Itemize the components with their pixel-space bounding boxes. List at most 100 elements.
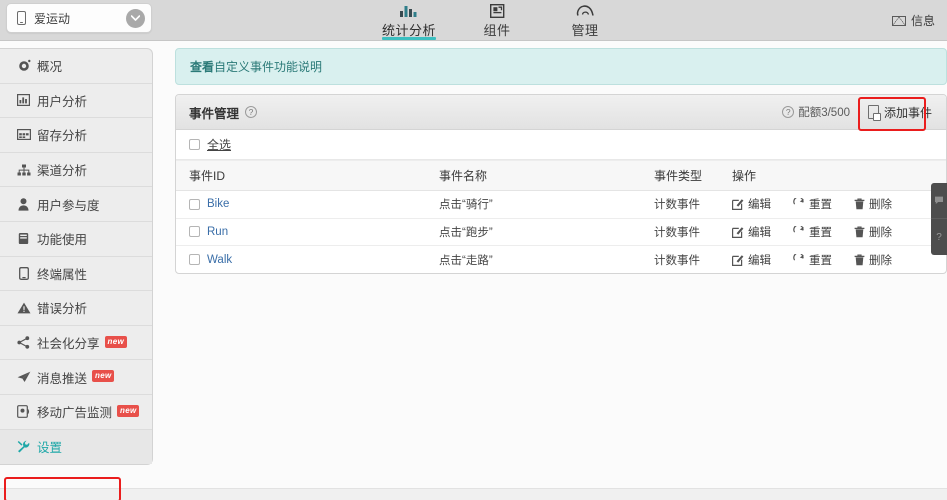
row-checkbox[interactable] [189,226,200,238]
edit-label: 编辑 [748,254,771,267]
bar-chart-icon [16,94,31,107]
notice-text: 自定义事件功能说明 [214,60,323,74]
help-button[interactable]: ? [931,219,947,255]
panel-header-actions: ? 配额3/500 添加事件 [782,101,936,124]
paper-plane-icon [16,371,31,383]
cell-event-name: 点击“骑行” [426,190,641,219]
question-mark-icon[interactable]: ? [782,106,795,118]
cell-event-type: 计数事件 [641,218,719,246]
reset-button[interactable]: 重置 [793,252,832,268]
refresh-icon [793,225,805,238]
column-header-event-id: 事件ID [176,160,426,191]
chevron-down-icon[interactable] [126,8,145,28]
messages-link[interactable]: 信息 [891,12,935,29]
question-mark-icon[interactable]: ? [245,106,258,118]
edit-button[interactable]: 编辑 [732,224,771,240]
select-all-label[interactable]: 全选 [207,136,231,153]
sidebar: 概况 用户分析 留存分析 渠道分析 用户参与度 功能使用 终端属性 错误分析 社… [0,48,153,466]
edit-button[interactable]: 编辑 [732,252,771,268]
table-row: Bike 点击“骑行” 计数事件 编辑 重置 删除 [176,190,946,219]
nav-item-analytics[interactable]: 统计分析 [365,0,453,41]
quota-label: 配额3/500 [798,107,850,119]
trash-icon [854,254,865,266]
sidebar-item-channel-label: 渠道分析 [37,164,88,179]
row-checkbox[interactable] [189,254,200,265]
sidebar-item-ad-monitor-label: 移动广告监测 [37,406,113,421]
sidebar-item-user-analysis[interactable]: 用户分析 [0,84,152,119]
reset-label: 重置 [809,199,832,212]
app-root: 爱运动 统计分析 组件 管理 信息 概况 用户分析 留存分析 渠道分析 用户参与… [0,0,947,500]
notice-banner: 查看自定义事件功能说明 [175,48,947,85]
sidebar-item-error-analysis[interactable]: 错误分析 [0,291,152,326]
envelope-icon [891,15,906,26]
server-icon [16,232,31,245]
app-switcher-label: 爱运动 [34,11,71,26]
delete-label: 删除 [869,226,892,239]
table-row: Run 点击“跑步” 计数事件 编辑 重置 删除 [176,218,946,246]
select-all-row: 全选 [176,130,946,160]
add-event-button[interactable]: 添加事件 [864,101,936,124]
sidebar-item-error-analysis-label: 错误分析 [37,302,88,317]
edit-label: 编辑 [748,226,771,239]
event-id-link[interactable]: Bike [207,198,229,210]
share-icon [16,336,31,349]
nav-active-underline [382,37,436,40]
new-badge: new [92,370,115,383]
event-id-link[interactable]: Run [207,226,228,238]
sidebar-item-overview-label: 概况 [37,60,63,75]
app-switcher[interactable]: 爱运动 [6,3,152,33]
column-header-event-type: 事件类型 [641,160,719,191]
warning-icon [16,302,31,314]
edit-button[interactable]: 编辑 [732,196,771,212]
sidebar-item-push[interactable]: 消息推送 new [0,360,152,395]
sidebar-item-feature-usage-label: 功能使用 [37,233,88,248]
nav-item-manage[interactable]: 管理 [541,0,629,41]
chat-bubble-icon[interactable] [931,183,947,219]
page-title: 事件管理 [189,106,240,121]
trash-icon [854,226,865,238]
sidebar-item-social-share[interactable]: 社会化分享 new [0,326,152,361]
sidebar-item-overview[interactable]: 概况 [0,49,152,84]
sidebar-item-device-attributes[interactable]: 终端属性 [0,257,152,292]
user-icon [16,197,31,211]
sidebar-item-settings[interactable]: 设置 [0,429,152,465]
column-header-event-name: 事件名称 [426,160,641,191]
hierarchy-icon [16,164,31,176]
edit-label: 编辑 [748,199,771,212]
select-all-checkbox[interactable] [189,139,200,150]
bar-chart-icon [400,3,418,18]
delete-button[interactable]: 删除 [854,196,892,212]
quota-indicator: ? 配额3/500 [782,104,850,120]
ad-monitor-icon [16,405,31,419]
delete-label: 删除 [869,199,892,212]
cell-event-type: 计数事件 [654,254,700,267]
reset-button[interactable]: 重置 [793,224,832,240]
sidebar-item-channel[interactable]: 渠道分析 [0,153,152,188]
notice-link[interactable]: 查看自定义事件功能说明 [190,58,322,75]
reset-label: 重置 [809,226,832,239]
panel-header: 事件管理 ? ? 配额3/500 添加事件 [176,95,946,130]
messages-label: 信息 [910,14,935,28]
new-badge: new [104,335,127,348]
sidebar-item-retention[interactable]: 留存分析 [0,118,152,153]
device-icon [16,266,31,280]
delete-label: 删除 [869,254,892,267]
sidebar-item-social-share-label: 社会化分享 [37,337,100,352]
event-id-link[interactable]: Walk [207,254,232,266]
cloud-icon [576,3,595,18]
sidebar-item-feature-usage[interactable]: 功能使用 [0,222,152,257]
events-table: 事件ID 事件名称 事件类型 操作 Bike 点击“骑行” 计数事件 编辑 重置… [176,160,946,273]
main-nav: 统计分析 组件 管理 [365,0,629,41]
sidebar-item-engagement[interactable]: 用户参与度 [0,187,152,222]
delete-button[interactable]: 删除 [854,224,892,240]
row-checkbox[interactable] [189,198,200,210]
cell-event-type: 计数事件 [641,190,719,219]
refresh-icon [793,198,805,210]
nav-item-components[interactable]: 组件 [453,0,541,41]
sidebar-item-settings-label: 设置 [37,441,63,456]
sidebar-item-ad-monitor[interactable]: 移动广告监测 new [0,395,152,430]
reset-button[interactable]: 重置 [793,196,832,212]
gear-icon [16,59,31,73]
content-area: 查看自定义事件功能说明 事件管理 ? ? 配额3/500 添加事件 全选 事件I… [175,48,947,274]
delete-button[interactable]: 删除 [854,252,892,268]
